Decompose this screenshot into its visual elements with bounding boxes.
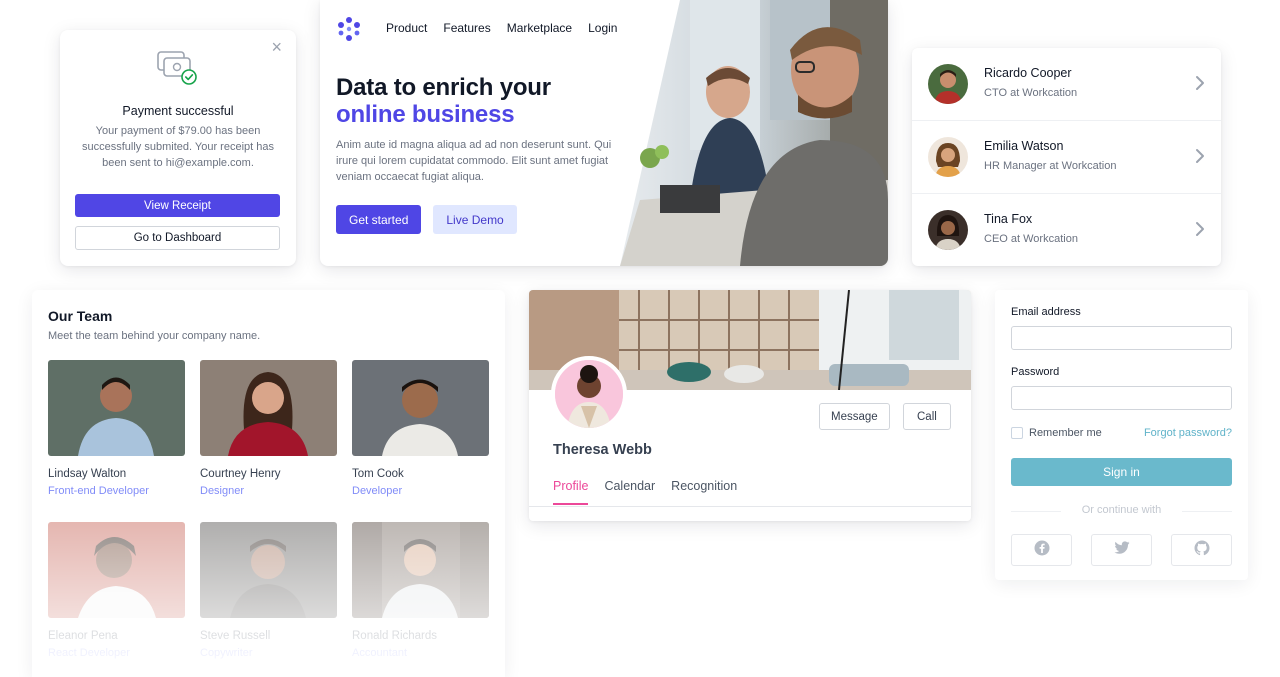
- payment-title: Payment successful: [122, 104, 234, 118]
- payment-message: Your payment of $79.00 has been successf…: [82, 125, 274, 169]
- profile-avatar: [551, 356, 627, 432]
- nav-link-login[interactable]: Login: [588, 21, 617, 35]
- tab-recognition[interactable]: Recognition: [671, 479, 737, 505]
- github-login-button[interactable]: [1171, 534, 1232, 566]
- team-member-role: Copywriter: [200, 647, 253, 659]
- team-subtitle: Meet the team behind your company name.: [48, 330, 261, 342]
- remember-me-checkbox[interactable]: [1011, 427, 1023, 439]
- close-icon[interactable]: ×: [267, 34, 286, 60]
- chevron-right-icon: [1193, 147, 1207, 165]
- signin-form: Email address Password Remember me Forgo…: [995, 290, 1248, 580]
- or-continue-divider: Or continue with: [1011, 504, 1232, 516]
- hero-headline-line1: Data to enrich your: [336, 74, 551, 101]
- tab-profile[interactable]: Profile: [553, 479, 589, 505]
- team-member-card[interactable]: Ronald Richards Accountant: [352, 522, 489, 659]
- team-member-photo: [48, 522, 185, 618]
- live-demo-button[interactable]: Live Demo: [433, 205, 517, 234]
- email-field[interactable]: [1011, 326, 1232, 350]
- team-member-role: Designer: [200, 485, 245, 497]
- tab-calendar[interactable]: Calendar: [604, 479, 655, 505]
- chevron-right-icon: [1193, 220, 1207, 238]
- remember-me: Remember me: [1011, 427, 1102, 439]
- message-button[interactable]: Message: [819, 403, 890, 430]
- person-name: Tina Fox: [984, 212, 1033, 226]
- twitter-login-button[interactable]: [1091, 534, 1152, 566]
- hero-cta-group: Get started Live Demo: [336, 205, 517, 234]
- team-member-name: Eleanor Pena: [48, 630, 118, 642]
- nav-link-marketplace[interactable]: Marketplace: [507, 21, 572, 35]
- facebook-icon: [1034, 540, 1050, 561]
- twitter-icon: [1114, 540, 1130, 560]
- list-item-person[interactable]: Emilia Watson HR Manager at Workcation: [912, 121, 1221, 194]
- team-member-photo: [48, 360, 185, 456]
- hero-section: Product Features Marketplace Login Data …: [320, 0, 888, 266]
- tabs-divider: [529, 506, 971, 507]
- password-label: Password: [1011, 366, 1060, 378]
- team-member-card[interactable]: Lindsay Walton Front-end Developer: [48, 360, 185, 497]
- team-member-photo: [352, 522, 489, 618]
- brand-logo-icon[interactable]: [336, 16, 362, 42]
- avatar: [928, 137, 968, 177]
- team-member-role: Accountant: [352, 647, 408, 659]
- person-name: Ricardo Cooper: [984, 66, 1072, 80]
- go-to-dashboard-button[interactable]: Go to Dashboard: [75, 226, 280, 250]
- payment-success-modal: × Payment successful Your payment of $79…: [60, 30, 296, 266]
- person-role: CEO at Workcation: [984, 233, 1078, 245]
- person-role: HR Manager at Workcation: [984, 160, 1117, 172]
- list-item-person[interactable]: Tina Fox CEO at Workcation: [912, 194, 1221, 266]
- team-member-name: Tom Cook: [352, 468, 404, 480]
- github-icon: [1194, 540, 1210, 561]
- call-button[interactable]: Call: [903, 403, 951, 430]
- remember-me-label: Remember me: [1029, 427, 1102, 439]
- profile-tabs: Profile Calendar Recognition: [553, 479, 737, 505]
- facebook-login-button[interactable]: [1011, 534, 1072, 566]
- team-section: Our Team Meet the team behind your compa…: [32, 290, 505, 677]
- people-list: Ricardo Cooper CTO at Workcation Emilia …: [912, 48, 1221, 266]
- team-title: Our Team: [48, 308, 113, 324]
- list-item-person[interactable]: Ricardo Cooper CTO at Workcation: [912, 48, 1221, 121]
- person-name: Emilia Watson: [984, 139, 1064, 153]
- team-member-card[interactable]: Tom Cook Developer: [352, 360, 489, 497]
- get-started-button[interactable]: Get started: [336, 205, 422, 234]
- team-member-photo: [352, 360, 489, 456]
- hero-lead: Anim aute id magna aliqua ad ad non dese…: [336, 139, 612, 183]
- chevron-right-icon: [1193, 74, 1207, 92]
- team-member-card[interactable]: Steve Russell Copywriter: [200, 522, 337, 659]
- team-member-card[interactable]: Courtney Henry Designer: [200, 360, 337, 497]
- hero-headline-line2: online business: [336, 101, 515, 128]
- team-member-role: React Developer: [48, 647, 130, 659]
- hero-headline: Data to enrich your online business: [336, 74, 551, 128]
- hero-nav: Product Features Marketplace Login: [386, 21, 617, 35]
- team-member-photo: [200, 522, 337, 618]
- team-member-photo: [200, 360, 337, 456]
- view-receipt-button[interactable]: View Receipt: [75, 194, 280, 217]
- team-member-role: Front-end Developer: [48, 485, 149, 497]
- team-member-card[interactable]: Eleanor Pena React Developer: [48, 522, 185, 659]
- nav-link-product[interactable]: Product: [386, 21, 427, 35]
- profile-card: Message Call Theresa Webb Profile Calend…: [529, 290, 971, 521]
- password-field[interactable]: [1011, 386, 1232, 410]
- forgot-password-link[interactable]: Forgot password?: [1144, 427, 1232, 439]
- team-member-name: Ronald Richards: [352, 630, 438, 642]
- nav-link-features[interactable]: Features: [443, 21, 490, 35]
- sign-in-button[interactable]: Sign in: [1011, 458, 1232, 486]
- person-role: CTO at Workcation: [984, 87, 1078, 99]
- profile-name: Theresa Webb: [553, 442, 652, 458]
- team-member-name: Courtney Henry: [200, 468, 281, 480]
- team-member-name: Lindsay Walton: [48, 468, 127, 480]
- avatar: [928, 210, 968, 250]
- team-member-name: Steve Russell: [200, 630, 271, 642]
- team-member-role: Developer: [352, 485, 403, 497]
- payment-success-icon: [156, 46, 200, 90]
- email-label: Email address: [1011, 306, 1081, 318]
- hero-office-photo: [620, 0, 888, 266]
- avatar: [928, 64, 968, 104]
